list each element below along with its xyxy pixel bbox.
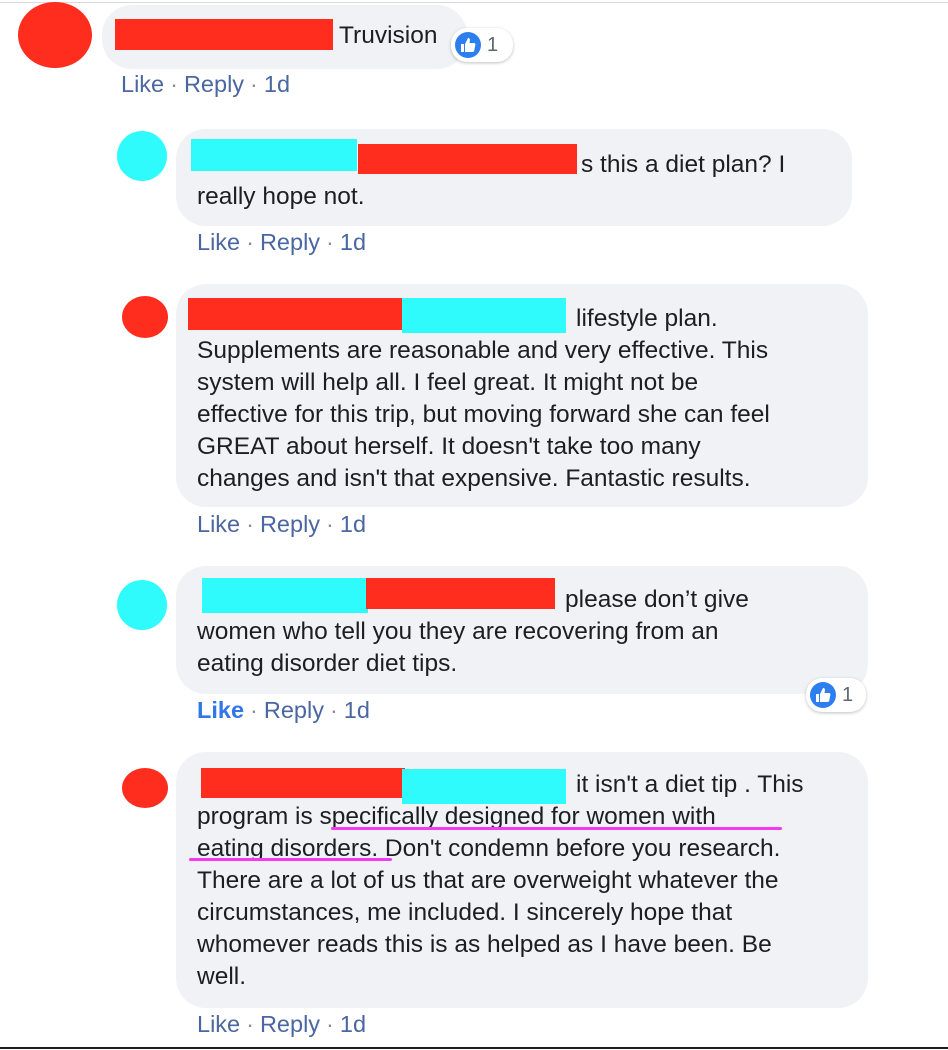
reply-link[interactable]: Reply xyxy=(260,1011,320,1037)
timestamp-link[interactable]: 1d xyxy=(264,71,290,97)
comment-actions: Like · Reply · 1d xyxy=(197,511,366,538)
highlight-underline xyxy=(189,858,392,861)
avatar[interactable] xyxy=(117,131,167,181)
reaction-count-badge[interactable]: 1 xyxy=(806,678,866,712)
separator-dot: · xyxy=(246,1011,254,1037)
separator-dot: · xyxy=(170,71,178,97)
avatar[interactable] xyxy=(117,580,167,630)
comment-text: s this a diet plan? I really hope not. xyxy=(197,151,786,210)
avatar[interactable] xyxy=(122,768,168,808)
timestamp-link[interactable]: 1d xyxy=(340,229,366,255)
separator-dot: · xyxy=(326,511,334,537)
separator-dot: · xyxy=(250,697,258,723)
thumbs-up-icon xyxy=(455,32,481,58)
separator-dot: · xyxy=(246,511,254,537)
comment-actions: Like · Reply · 1d xyxy=(197,1011,366,1038)
comment-text: it isn't a diet tip . This program is sp… xyxy=(197,771,804,990)
like-link[interactable]: Like xyxy=(121,71,164,97)
separator-dot: · xyxy=(326,1011,334,1037)
reply-link[interactable]: Reply xyxy=(184,71,244,97)
comment-text: lifestyle plan. Supplements are reasonab… xyxy=(197,305,770,492)
reaction-count: 1 xyxy=(487,33,499,56)
top-divider xyxy=(0,2,948,3)
like-link[interactable]: Like xyxy=(197,1011,240,1037)
reply-link[interactable]: Reply xyxy=(260,229,320,255)
timestamp-link[interactable]: 1d xyxy=(344,697,370,723)
like-link[interactable]: Like xyxy=(197,697,244,723)
reply-link[interactable]: Reply xyxy=(260,511,320,537)
separator-dot: · xyxy=(326,229,334,255)
like-link[interactable]: Like xyxy=(197,229,240,255)
reaction-count-badge[interactable]: 1 xyxy=(451,28,513,62)
thumbs-up-icon xyxy=(810,682,836,708)
avatar[interactable] xyxy=(122,296,168,338)
comment-actions: Like · Reply · 1d xyxy=(121,71,290,98)
bottom-divider xyxy=(0,1047,948,1049)
reaction-count: 1 xyxy=(842,683,854,706)
comment-actions: Like · Reply · 1d xyxy=(197,229,366,256)
redacted-name xyxy=(115,19,333,50)
highlight-underline xyxy=(331,827,782,830)
comment-actions: Like · Reply · 1d xyxy=(197,697,370,724)
avatar[interactable] xyxy=(18,2,92,68)
timestamp-link[interactable]: 1d xyxy=(340,511,366,537)
timestamp-link[interactable]: 1d xyxy=(340,1011,366,1037)
reply-link[interactable]: Reply xyxy=(264,697,324,723)
separator-dot: · xyxy=(250,71,258,97)
separator-dot: · xyxy=(329,697,338,723)
comment-text: Truvision xyxy=(339,22,438,49)
like-link[interactable]: Like xyxy=(197,511,240,537)
separator-dot: · xyxy=(246,229,254,255)
comment-text: please don’t give women who tell you the… xyxy=(197,586,749,677)
